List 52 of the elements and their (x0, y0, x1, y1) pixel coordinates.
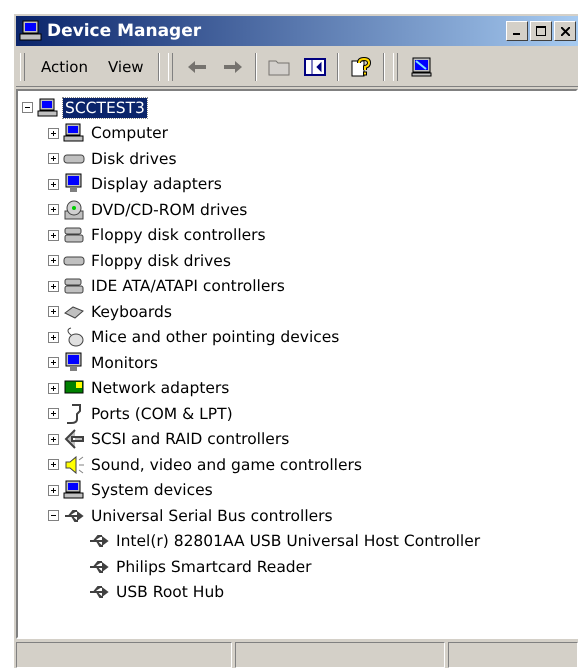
expand-icon[interactable] (48, 280, 59, 292)
tree-item[interactable]: Floppy disk drives (89, 250, 233, 271)
tree-item[interactable]: Philips Smartcard Reader (114, 556, 314, 577)
expand-icon[interactable] (48, 408, 59, 420)
maximize-button[interactable] (530, 21, 552, 41)
expand-icon[interactable] (48, 484, 59, 496)
expand-icon[interactable] (48, 332, 59, 343)
collapse-icon[interactable] (48, 510, 59, 522)
close-icon (560, 26, 570, 36)
minimize-button[interactable] (506, 21, 528, 41)
expand-icon[interactable] (48, 128, 59, 139)
computer-icon (63, 122, 85, 144)
maximize-icon (536, 26, 546, 36)
tree-item[interactable]: SCSI and RAID controllers (89, 429, 292, 450)
close-button[interactable] (554, 21, 576, 41)
computer-icon (63, 479, 85, 502)
tree-item[interactable]: IDE ATA/ATAPI controllers (89, 276, 287, 296)
disc-icon (63, 198, 85, 221)
tree-item[interactable]: Ports (COM & LPT) (89, 404, 235, 424)
expand-icon[interactable] (48, 153, 59, 164)
expand-icon[interactable] (48, 255, 59, 266)
tree-root[interactable]: SCCTEST3 (63, 98, 147, 118)
expand-icon[interactable] (48, 382, 59, 394)
tree-item[interactable]: Monitors (89, 352, 160, 373)
tree-item[interactable]: Universal Serial Bus controllers (89, 506, 335, 526)
computer-icon (37, 96, 59, 119)
tree-item[interactable]: Keyboards (89, 302, 174, 322)
tree-item[interactable]: Intel(r) 82801AA USB Universal Host Controller (114, 531, 482, 552)
tree-item[interactable]: Floppy disk controllers (89, 225, 268, 246)
expand-icon[interactable] (48, 459, 59, 470)
speaker-icon (63, 454, 85, 476)
expand-icon[interactable] (48, 230, 59, 241)
expand-icon[interactable] (48, 357, 59, 368)
expand-icon[interactable] (48, 178, 59, 190)
menu-item[interactable]: Action (31, 54, 98, 80)
tree-item[interactable]: Sound, video and game controllers (89, 454, 364, 475)
expand-icon[interactable] (48, 434, 59, 445)
tree-item[interactable]: Computer (89, 123, 170, 144)
collapse-icon[interactable] (22, 102, 33, 114)
tree-item[interactable]: Network adapters (89, 378, 232, 398)
expand-icon[interactable] (48, 204, 59, 216)
tree-item[interactable]: DVD/CD-ROM drives (89, 200, 250, 220)
menu-item[interactable]: View (98, 54, 154, 80)
window-title: Device Manager (47, 21, 202, 41)
tree-item[interactable]: Display adapters (89, 174, 224, 194)
computer-icon (19, 20, 43, 42)
tree-item[interactable]: USB Root Hub (114, 582, 226, 602)
tree-item[interactable]: Disk drives (89, 148, 179, 169)
chevron-icon (63, 428, 85, 450)
tree-item[interactable]: Mice and other pointing devices (89, 327, 342, 348)
tree-item[interactable]: System devices (89, 480, 215, 500)
expand-icon[interactable] (48, 306, 59, 318)
